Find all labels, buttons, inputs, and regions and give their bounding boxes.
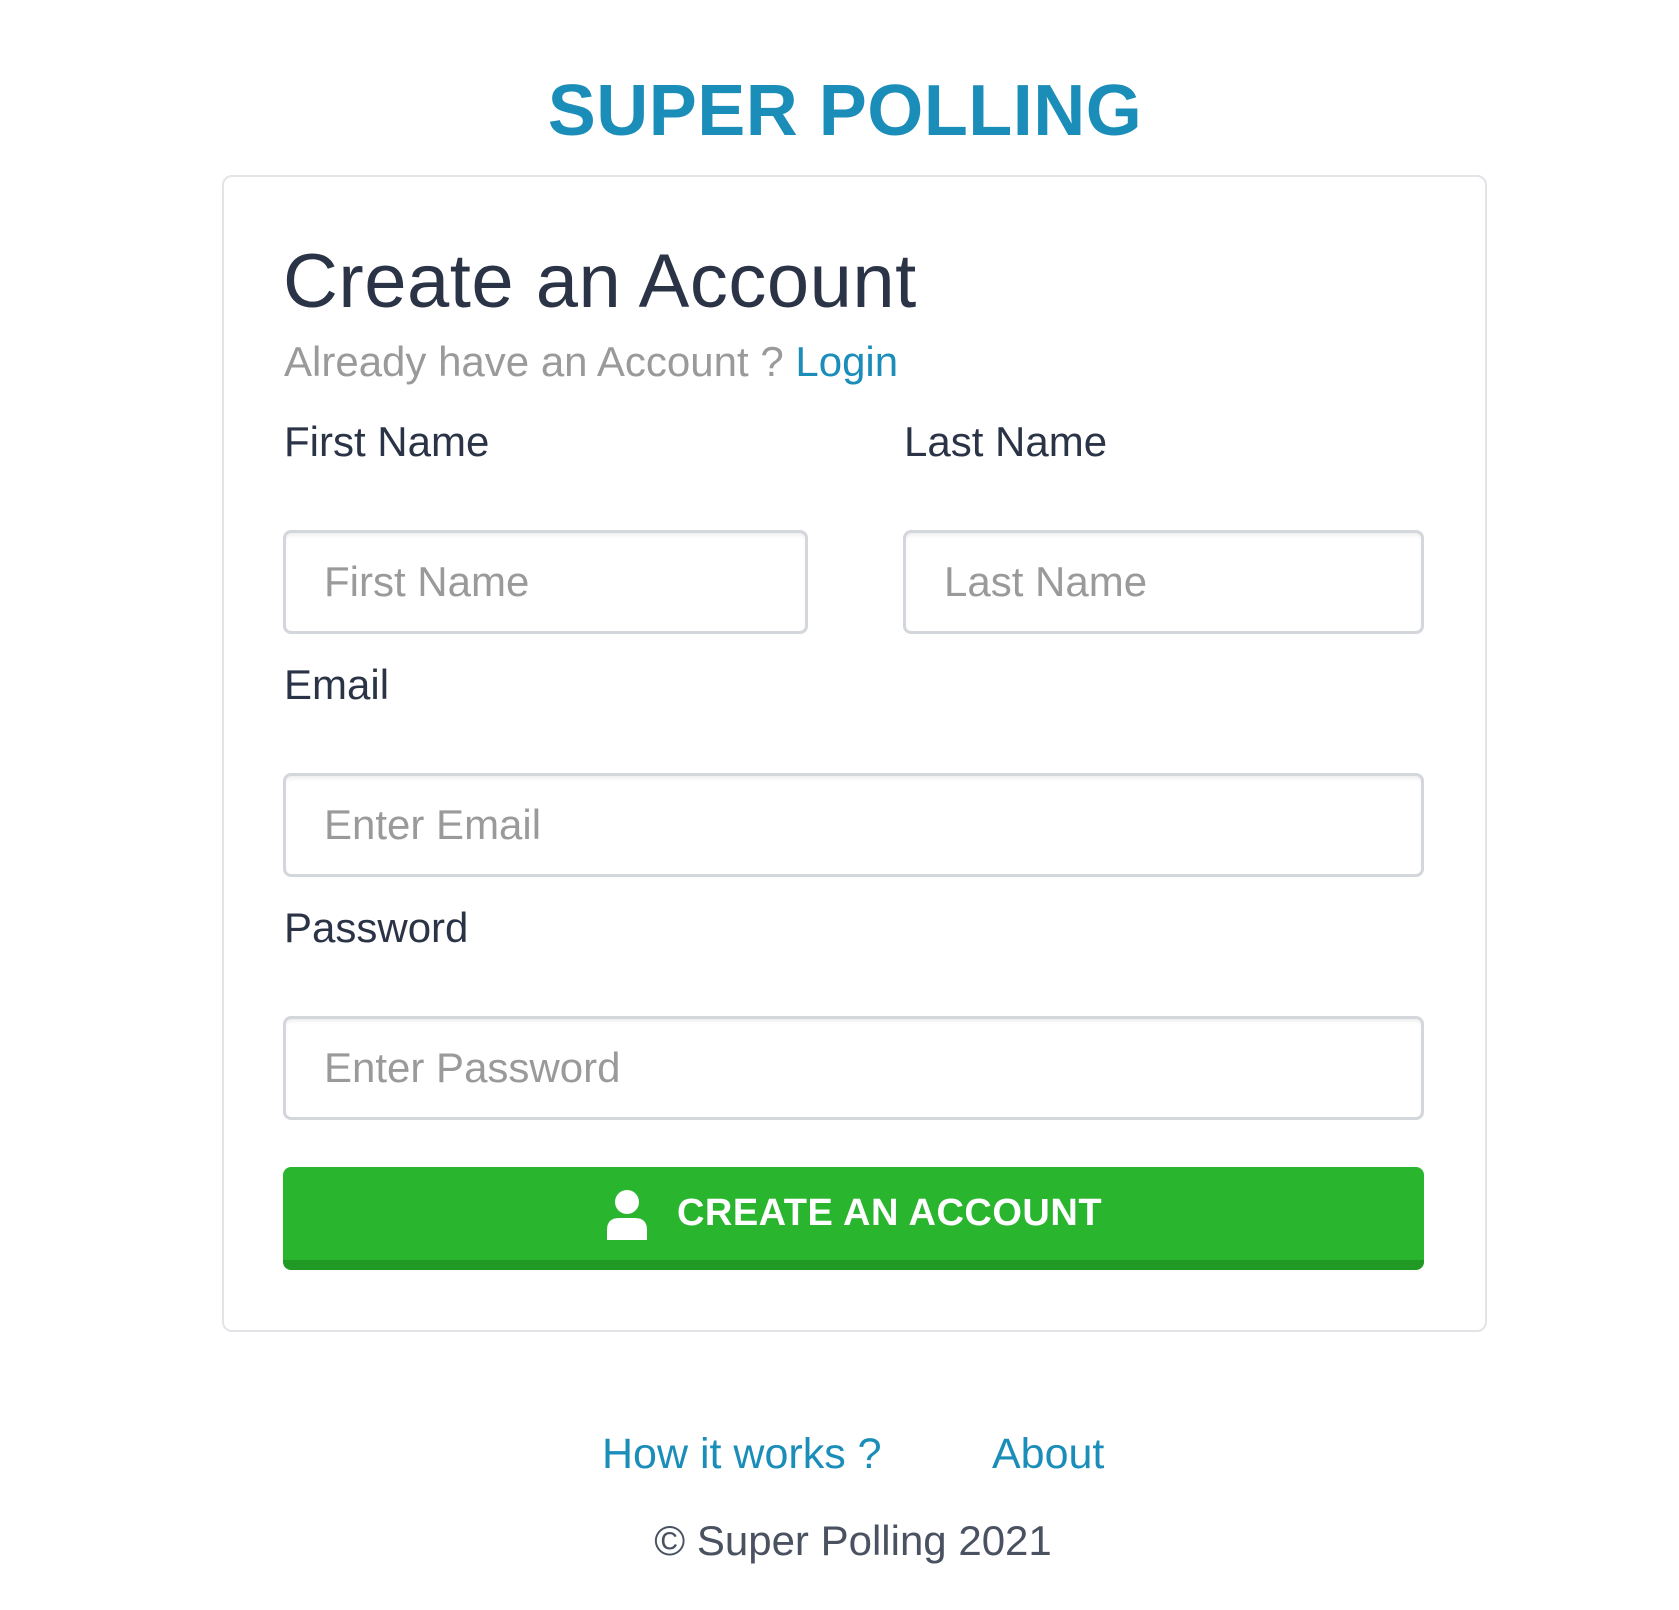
how-it-works-link[interactable]: How it works ? xyxy=(602,1428,882,1480)
copyright-text: © Super Polling 2021 xyxy=(654,1517,1052,1564)
login-link[interactable]: Login xyxy=(795,338,898,385)
last-name-label: Last Name xyxy=(904,418,1108,465)
last-name-input[interactable] xyxy=(903,530,1424,634)
about-link[interactable]: About xyxy=(992,1428,1104,1480)
password-label: Password xyxy=(284,904,469,951)
password-input[interactable] xyxy=(283,1016,1424,1120)
create-account-button[interactable]: CREATE AN ACCOUNT xyxy=(283,1167,1424,1270)
card-title: Create an Account xyxy=(283,239,917,324)
signup-page: SUPER POLLING Create an Account Already … xyxy=(0,0,1679,1610)
email-input[interactable] xyxy=(283,773,1424,877)
user-icon xyxy=(606,1189,647,1240)
first-name-label: First Name xyxy=(284,418,490,465)
login-prompt-text: Already have an Account ? xyxy=(284,338,784,385)
email-label: Email xyxy=(284,661,390,708)
first-name-input[interactable] xyxy=(283,530,808,634)
login-prompt: Already have an Account ? Login xyxy=(284,336,898,388)
brand-title: SUPER POLLING xyxy=(547,71,1143,151)
create-account-label: CREATE AN ACCOUNT xyxy=(676,1192,1103,1234)
